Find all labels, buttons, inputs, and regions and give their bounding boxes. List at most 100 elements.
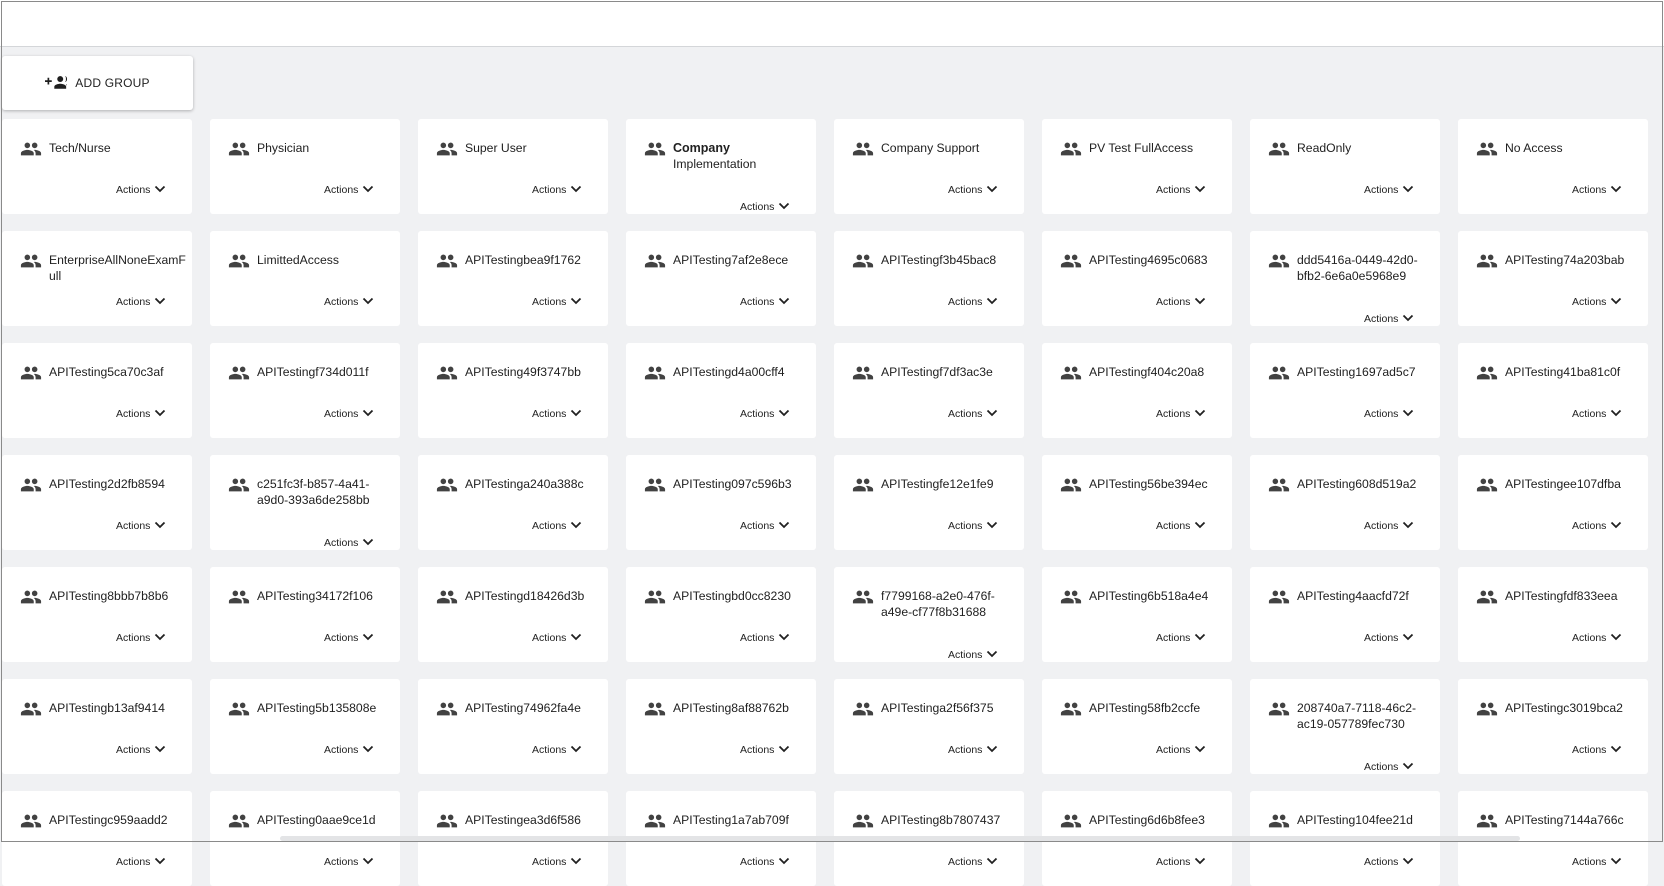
group-card[interactable]: APITestingfdf833eea Actions [1458,567,1648,662]
group-card[interactable]: APITestinga240a388c Actions [418,455,608,550]
group-actions-menu[interactable]: Actions [324,408,374,420]
group-card[interactable]: APITesting34172f106 Actions [210,567,400,662]
group-card[interactable]: APITesting4695c0683 Actions [1042,231,1232,326]
group-actions-menu[interactable]: Actions [1364,313,1414,325]
group-actions-menu[interactable]: Actions [532,408,582,420]
group-actions-menu[interactable]: Actions [1572,856,1622,868]
group-card[interactable]: APITesting5ca70c3af Actions [2,343,192,438]
group-actions-menu[interactable]: Actions [532,856,582,868]
group-card[interactable]: APITesting5b135808e Actions [210,679,400,774]
group-card[interactable]: APITesting097c596b3 Actions [626,455,816,550]
group-actions-menu[interactable]: Actions [1156,856,1206,868]
group-card[interactable]: APITesting2d2fb8594 Actions [2,455,192,550]
group-actions-menu[interactable]: Actions [740,520,790,532]
group-actions-menu[interactable]: Actions [1156,744,1206,756]
group-actions-menu[interactable]: Actions [1364,408,1414,420]
group-card[interactable]: APITestinga2f56f375 Actions [834,679,1024,774]
add-group-button[interactable]: ADD GROUP [2,56,193,110]
group-actions-menu[interactable]: Actions [1156,520,1206,532]
group-actions-menu[interactable]: Actions [1364,632,1414,644]
group-actions-menu[interactable]: Actions [1364,184,1414,196]
group-actions-menu[interactable]: Actions [948,296,998,308]
group-actions-menu[interactable]: Actions [116,632,166,644]
group-actions-menu[interactable]: Actions [948,856,998,868]
group-card[interactable]: LimittedAccess Actions [210,231,400,326]
group-actions-menu[interactable]: Actions [532,632,582,644]
group-card[interactable]: APITestingee107dfba Actions [1458,455,1648,550]
group-actions-menu[interactable]: Actions [948,649,998,661]
group-card[interactable]: APITestingbea9f1762 Actions [418,231,608,326]
group-card[interactable]: Super User Actions [418,119,608,214]
group-actions-menu[interactable]: Actions [1572,296,1622,308]
group-actions-menu[interactable]: Actions [948,520,998,532]
group-card[interactable]: APITestingd4a00cff4 Actions [626,343,816,438]
group-card[interactable]: APITestingf3b45bac8 Actions [834,231,1024,326]
horizontal-scrollbar[interactable] [280,836,1520,841]
group-actions-menu[interactable]: Actions [1572,744,1622,756]
group-actions-menu[interactable]: Actions [1572,520,1622,532]
group-card[interactable]: APITesting6b518a4e4 Actions [1042,567,1232,662]
group-card[interactable]: APITesting8af88762b Actions [626,679,816,774]
group-card[interactable]: APITesting41ba81c0f Actions [1458,343,1648,438]
group-card[interactable]: Company Support Actions [834,119,1024,214]
group-card[interactable]: APITestingc3019bca2 Actions [1458,679,1648,774]
group-card[interactable]: APITestingf734d011f Actions [210,343,400,438]
group-card[interactable]: APITesting74962fa4e Actions [418,679,608,774]
group-actions-menu[interactable]: Actions [532,296,582,308]
group-actions-menu[interactable]: Actions [1156,184,1206,196]
group-actions-menu[interactable]: Actions [116,184,166,196]
group-card[interactable]: 208740a7-7118-46c2- ac19-057789fec730 Act… [1250,679,1440,774]
group-card[interactable]: APITestingb13af9414 Actions [2,679,192,774]
group-card[interactable]: APITestingf7df3ac3e Actions [834,343,1024,438]
group-actions-menu[interactable]: Actions [948,184,998,196]
group-card[interactable]: f7799168-a2e0-476f- a49e-cf77f8b31688 Act… [834,567,1024,662]
group-actions-menu[interactable]: Actions [740,632,790,644]
group-card[interactable]: APITestingf404c20a8 Actions [1042,343,1232,438]
group-card[interactable]: PV Test FullAccess Actions [1042,119,1232,214]
group-actions-menu[interactable]: Actions [740,408,790,420]
group-actions-menu[interactable]: Actions [1572,184,1622,196]
group-actions-menu[interactable]: Actions [948,744,998,756]
group-card[interactable]: APITestingbd0cc8230 Actions [626,567,816,662]
group-card[interactable]: APITesting8bbb7b8b6 Actions [2,567,192,662]
group-actions-menu[interactable]: Actions [740,856,790,868]
group-actions-menu[interactable]: Actions [532,520,582,532]
group-actions-menu[interactable]: Actions [116,408,166,420]
group-actions-menu[interactable]: Actions [740,201,790,213]
group-actions-menu[interactable]: Actions [324,296,374,308]
group-actions-menu[interactable]: Actions [324,744,374,756]
group-actions-menu[interactable]: Actions [116,296,166,308]
group-actions-menu[interactable]: Actions [324,537,374,549]
group-card[interactable]: Tech/Nurse Actions [2,119,192,214]
group-actions-menu[interactable]: Actions [324,632,374,644]
group-actions-menu[interactable]: Actions [532,744,582,756]
group-card[interactable]: EnterpriseAllNoneExamFull Actions [2,231,192,326]
group-card[interactable]: APITesting58fb2ccfe Actions [1042,679,1232,774]
group-actions-menu[interactable]: Actions [116,744,166,756]
group-actions-menu[interactable]: Actions [1572,632,1622,644]
group-actions-menu[interactable]: Actions [1156,296,1206,308]
group-card[interactable]: APITesting7af2e8ece Actions [626,231,816,326]
group-actions-menu[interactable]: Actions [324,184,374,196]
group-actions-menu[interactable]: Actions [948,408,998,420]
group-card[interactable]: c251fc3f-b857-4a41- a9d0-393a6de258bb Act… [210,455,400,550]
group-card[interactable]: APITesting74a203bab Actions [1458,231,1648,326]
group-actions-menu[interactable]: Actions [324,856,374,868]
group-card[interactable]: ReadOnly Actions [1250,119,1440,214]
group-actions-menu[interactable]: Actions [532,184,582,196]
group-card[interactable]: APITestingfe12e1fe9 Actions [834,455,1024,550]
group-actions-menu[interactable]: Actions [1156,632,1206,644]
group-actions-menu[interactable]: Actions [1364,761,1414,773]
group-card[interactable]: Physician Actions [210,119,400,214]
group-card[interactable]: APITesting56be394ec Actions [1042,455,1232,550]
group-card[interactable]: APITesting1697ad5c7 Actions [1250,343,1440,438]
group-actions-menu[interactable]: Actions [116,856,166,868]
group-card[interactable]: APITesting49f3747bb Actions [418,343,608,438]
group-card[interactable]: APITestingc959aadd2 Actions [2,791,192,886]
group-actions-menu[interactable]: Actions [116,520,166,532]
group-card[interactable]: Company Implementation Actions [626,119,816,214]
group-card[interactable]: APITesting608d519a2 Actions [1250,455,1440,550]
group-actions-menu[interactable]: Actions [1156,408,1206,420]
group-actions-menu[interactable]: Actions [1364,520,1414,532]
group-actions-menu[interactable]: Actions [740,296,790,308]
